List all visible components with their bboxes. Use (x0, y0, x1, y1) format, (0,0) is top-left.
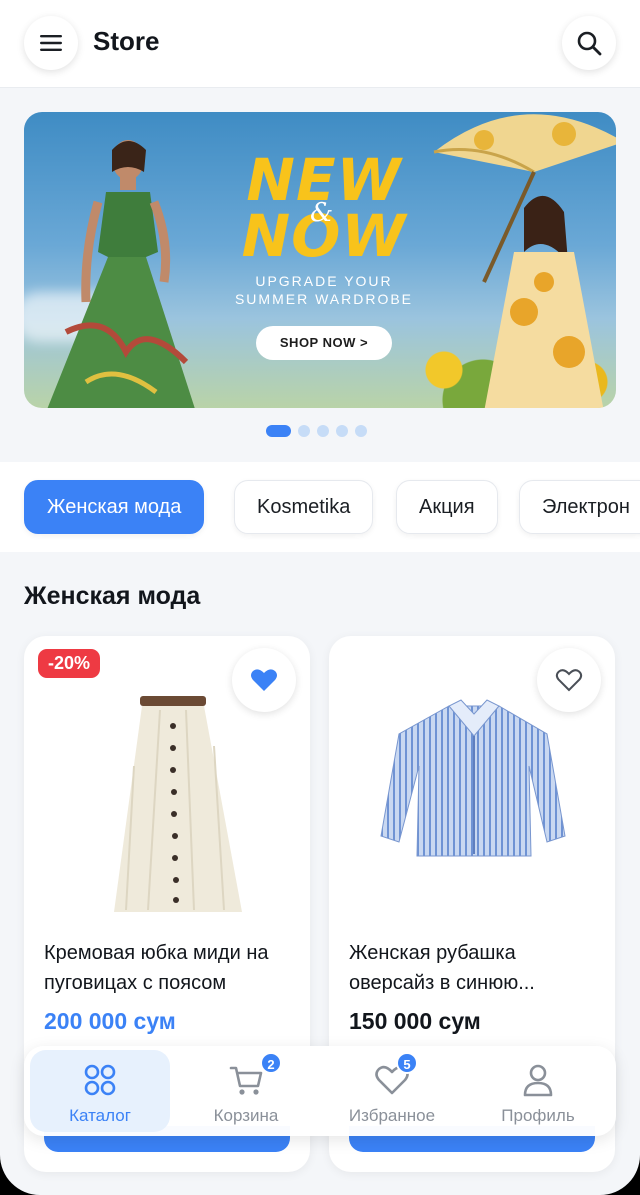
model-left-image (47, 140, 195, 408)
nav-item-catalog[interactable]: Каталог (30, 1050, 170, 1132)
banner-text: NEW & NOW UPGRADE YOUR SUMMER WARDROBE S… (214, 151, 434, 360)
product-price: 200 000 сум (44, 1008, 176, 1034)
promo-banner[interactable]: NEW & NOW UPGRADE YOUR SUMMER WARDROBE S… (24, 112, 616, 408)
model-right-image (433, 114, 616, 408)
category-chip-electronics[interactable]: Электрон (519, 480, 640, 534)
search-button[interactable] (562, 16, 616, 70)
pagination-dot[interactable] (317, 425, 329, 437)
section-title: Женская мода (24, 582, 201, 610)
product-image-skirt (114, 696, 242, 912)
menu-button[interactable] (24, 16, 78, 70)
category-strip: Женская мода Kosmetika Акция Электрон (0, 462, 640, 552)
user-icon (523, 1064, 553, 1097)
pagination-dot[interactable] (298, 425, 310, 437)
category-chip-women-fashion[interactable]: Женская мода (24, 480, 205, 534)
cart-icon (229, 1066, 263, 1095)
nav-label: Корзина (213, 1106, 279, 1125)
pagination-dot[interactable] (355, 425, 367, 437)
nav-label: Избранное (348, 1106, 436, 1125)
app-screen: Store NEW & NOW UPGRADE YOUR SUMMER WARD… (0, 0, 640, 1195)
banner-subline-2: SUMMER WARDROBE (234, 291, 414, 307)
shop-now-button[interactable]: SHOP NOW > (256, 326, 392, 360)
category-chip-sale[interactable]: Акция (396, 480, 498, 534)
nav-item-cart[interactable]: 2 Корзина (176, 1050, 316, 1132)
banner-headline-amp: & (310, 198, 334, 228)
bottom-navigation: Каталог 2 Корзина 5 Избранное Профиль (24, 1046, 616, 1136)
product-price: 150 000 сум (349, 1008, 481, 1034)
top-bar: Store (0, 0, 640, 88)
cart-count-badge: 2 (260, 1052, 282, 1074)
nav-item-favorites[interactable]: 5 Избранное (322, 1050, 462, 1132)
category-chip-kosmetika[interactable]: Kosmetika (234, 480, 374, 534)
banner-pagination (266, 425, 367, 437)
banner-subline-1: UPGRADE YOUR (255, 273, 393, 289)
app-title: Store (93, 26, 160, 56)
nav-label: Каталог (69, 1106, 131, 1125)
search-icon (577, 31, 602, 56)
nav-label: Профиль (501, 1106, 575, 1125)
discount-badge: -20% (38, 649, 101, 678)
hamburger-icon (40, 35, 62, 51)
favorites-count-badge: 5 (396, 1052, 418, 1074)
nav-item-profile[interactable]: Профиль (468, 1050, 608, 1132)
pagination-dot[interactable] (266, 425, 291, 437)
grid-icon (84, 1064, 116, 1096)
product-image-shirt (380, 699, 566, 857)
pagination-dot[interactable] (336, 425, 348, 437)
product-name[interactable]: Женская рубашка оверсайз в синюю... (349, 938, 599, 998)
product-name[interactable]: Кремовая юбка миди на пуговицах с поясом (44, 938, 294, 998)
